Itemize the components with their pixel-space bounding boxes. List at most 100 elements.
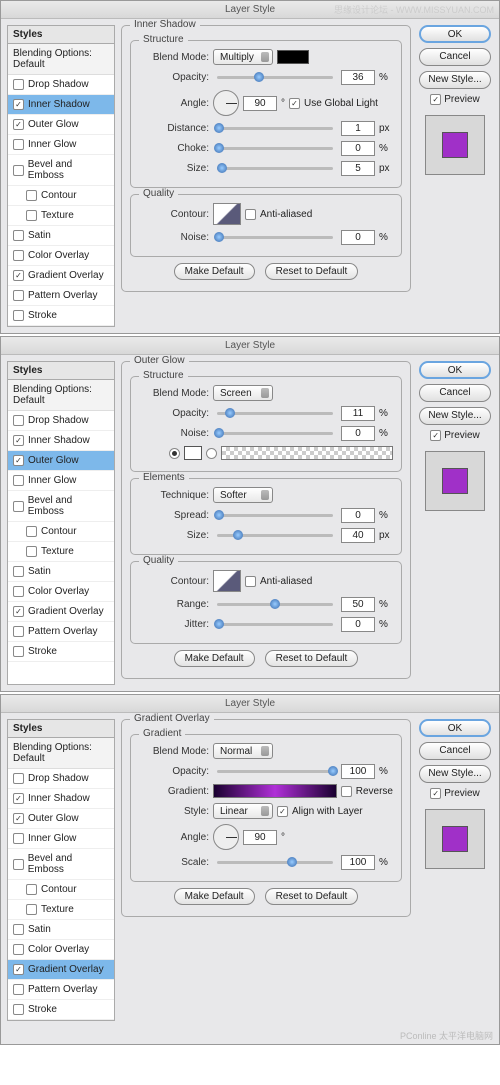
- style-item-inner-glow[interactable]: Inner Glow: [8, 471, 114, 491]
- value-input[interactable]: 100: [341, 764, 375, 779]
- style-item-outer-glow[interactable]: ✓Outer Glow: [8, 809, 114, 829]
- value-input[interactable]: 5: [341, 161, 375, 176]
- checkbox-icon[interactable]: ✓: [13, 99, 24, 110]
- style-item-pattern-overlay[interactable]: Pattern Overlay: [8, 980, 114, 1000]
- checkbox-icon[interactable]: [13, 165, 24, 176]
- value-input[interactable]: 0: [341, 426, 375, 441]
- style-item-texture[interactable]: Texture: [8, 542, 114, 562]
- solid-radio[interactable]: [169, 448, 180, 459]
- checkbox-icon[interactable]: [13, 290, 24, 301]
- slider[interactable]: [217, 770, 333, 773]
- slider[interactable]: [217, 167, 333, 170]
- checkbox-icon[interactable]: [26, 884, 37, 895]
- new-style-button[interactable]: New Style...: [419, 407, 491, 425]
- style-item-outer-glow[interactable]: ✓Outer Glow: [8, 451, 114, 471]
- style-item-gradient-overlay[interactable]: ✓Gradient Overlay: [8, 266, 114, 286]
- checkbox-icon[interactable]: [13, 984, 24, 995]
- ok-button[interactable]: OK: [419, 25, 491, 43]
- make-default-button[interactable]: Make Default: [174, 888, 255, 905]
- anti-alias-checkbox[interactable]: [245, 209, 256, 220]
- checkbox-icon[interactable]: [13, 646, 24, 657]
- angle-dial[interactable]: [213, 90, 239, 116]
- cancel-button[interactable]: Cancel: [419, 742, 491, 760]
- slider[interactable]: [217, 861, 333, 864]
- checkbox-icon[interactable]: ✓: [13, 813, 24, 824]
- checkbox-icon[interactable]: ✓: [13, 119, 24, 130]
- preview-checkbox[interactable]: ✓: [430, 430, 441, 441]
- checkbox-icon[interactable]: [13, 310, 24, 321]
- checkbox-icon[interactable]: [13, 566, 24, 577]
- reset-default-button[interactable]: Reset to Default: [265, 888, 359, 905]
- reset-default-button[interactable]: Reset to Default: [265, 263, 359, 280]
- value-input[interactable]: 40: [341, 528, 375, 543]
- value-input[interactable]: 50: [341, 597, 375, 612]
- style-item-color-overlay[interactable]: Color Overlay: [8, 582, 114, 602]
- ok-button[interactable]: OK: [419, 361, 491, 379]
- blending-options[interactable]: Blending Options: Default: [8, 380, 114, 411]
- checkbox-icon[interactable]: ✓: [13, 793, 24, 804]
- style-item-drop-shadow[interactable]: Drop Shadow: [8, 769, 114, 789]
- contour-picker[interactable]: [213, 570, 241, 592]
- angle-input[interactable]: 90: [243, 830, 277, 845]
- style-select[interactable]: Linear: [213, 803, 273, 819]
- checkbox-icon[interactable]: [13, 250, 24, 261]
- checkbox-icon[interactable]: [26, 526, 37, 537]
- checkbox-icon[interactable]: [13, 773, 24, 784]
- style-item-contour[interactable]: Contour: [8, 522, 114, 542]
- global-light-checkbox[interactable]: ✓: [289, 98, 300, 109]
- value-input[interactable]: 100: [341, 855, 375, 870]
- style-item-drop-shadow[interactable]: Drop Shadow: [8, 411, 114, 431]
- style-item-inner-glow[interactable]: Inner Glow: [8, 135, 114, 155]
- make-default-button[interactable]: Make Default: [174, 263, 255, 280]
- anti-alias-checkbox[interactable]: [245, 576, 256, 587]
- style-item-satin[interactable]: Satin: [8, 226, 114, 246]
- slider[interactable]: [217, 432, 333, 435]
- gradient-picker[interactable]: [221, 446, 393, 460]
- slider[interactable]: [217, 534, 333, 537]
- checkbox-icon[interactable]: [26, 904, 37, 915]
- slider[interactable]: [217, 147, 333, 150]
- style-item-bevel-and-emboss[interactable]: Bevel and Emboss: [8, 491, 114, 522]
- gradient-picker[interactable]: [213, 784, 337, 798]
- value-input[interactable]: 11: [341, 406, 375, 421]
- solid-color-swatch[interactable]: [184, 446, 202, 460]
- style-item-satin[interactable]: Satin: [8, 562, 114, 582]
- style-item-gradient-overlay[interactable]: ✓Gradient Overlay: [8, 602, 114, 622]
- contour-picker[interactable]: [213, 203, 241, 225]
- checkbox-icon[interactable]: [13, 944, 24, 955]
- style-item-stroke[interactable]: Stroke: [8, 642, 114, 662]
- style-item-outer-glow[interactable]: ✓Outer Glow: [8, 115, 114, 135]
- style-item-pattern-overlay[interactable]: Pattern Overlay: [8, 286, 114, 306]
- style-item-drop-shadow[interactable]: Drop Shadow: [8, 75, 114, 95]
- style-item-inner-glow[interactable]: Inner Glow: [8, 829, 114, 849]
- style-item-bevel-and-emboss[interactable]: Bevel and Emboss: [8, 155, 114, 186]
- cancel-button[interactable]: Cancel: [419, 384, 491, 402]
- value-input[interactable]: 1: [341, 121, 375, 136]
- style-item-pattern-overlay[interactable]: Pattern Overlay: [8, 622, 114, 642]
- cancel-button[interactable]: Cancel: [419, 48, 491, 66]
- style-item-inner-shadow[interactable]: ✓Inner Shadow: [8, 789, 114, 809]
- blending-options[interactable]: Blending Options: Default: [8, 738, 114, 769]
- checkbox-icon[interactable]: [13, 859, 24, 870]
- value-input[interactable]: 36: [341, 70, 375, 85]
- checkbox-icon[interactable]: [13, 415, 24, 426]
- reverse-checkbox[interactable]: [341, 786, 352, 797]
- slider[interactable]: [217, 514, 333, 517]
- slider[interactable]: [217, 603, 333, 606]
- slider[interactable]: [217, 76, 333, 79]
- angle-dial[interactable]: [213, 824, 239, 850]
- checkbox-icon[interactable]: [13, 924, 24, 935]
- checkbox-icon[interactable]: ✓: [13, 435, 24, 446]
- value-input[interactable]: 0: [341, 230, 375, 245]
- new-style-button[interactable]: New Style...: [419, 765, 491, 783]
- checkbox-icon[interactable]: [26, 546, 37, 557]
- style-item-gradient-overlay[interactable]: ✓Gradient Overlay: [8, 960, 114, 980]
- slider[interactable]: [217, 412, 333, 415]
- style-item-contour[interactable]: Contour: [8, 186, 114, 206]
- blend-mode-select[interactable]: Normal: [213, 743, 273, 759]
- gradient-radio[interactable]: [206, 448, 217, 459]
- new-style-button[interactable]: New Style...: [419, 71, 491, 89]
- style-item-contour[interactable]: Contour: [8, 880, 114, 900]
- style-item-bevel-and-emboss[interactable]: Bevel and Emboss: [8, 849, 114, 880]
- value-input[interactable]: 0: [341, 508, 375, 523]
